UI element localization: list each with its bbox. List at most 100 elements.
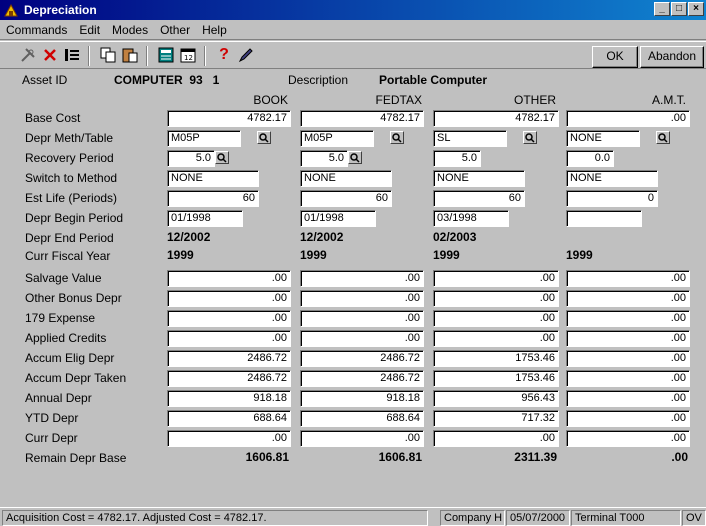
lookup-icon[interactable] xyxy=(348,151,362,164)
ytd-depr-amt[interactable]: .00 xyxy=(566,410,690,427)
toolbar: 12 ? OK Abandon xyxy=(0,41,706,69)
lookup-icon[interactable] xyxy=(523,131,537,144)
curr-depr-book[interactable]: .00 xyxy=(167,430,291,447)
menu-bar: Commands Edit Modes Other Help xyxy=(0,20,706,40)
annual-depr-amt[interactable]: .00 xyxy=(566,390,690,407)
accum-elig-fedtax[interactable]: 2486.72 xyxy=(300,350,424,367)
salvage-fedtax[interactable]: .00 xyxy=(300,270,424,287)
est-life-amt[interactable]: 0 xyxy=(566,190,658,207)
ok-button[interactable]: OK xyxy=(592,46,638,68)
bonus-book[interactable]: .00 xyxy=(167,290,291,307)
pencil-icon[interactable] xyxy=(236,46,256,64)
salvage-amt[interactable]: .00 xyxy=(566,270,690,287)
tools-icon[interactable] xyxy=(18,46,38,64)
recovery-period-other[interactable]: 5.0 xyxy=(433,150,481,167)
maximize-button[interactable]: □ xyxy=(671,2,687,16)
end-period-fedtax: 12/2002 xyxy=(300,230,344,244)
accum-taken-book[interactable]: 2486.72 xyxy=(167,370,291,387)
credits-other[interactable]: .00 xyxy=(433,330,559,347)
expense-179-amt[interactable]: .00 xyxy=(566,310,690,327)
row-label-est-life: Est Life (Periods) xyxy=(25,191,118,205)
switch-method-other[interactable]: NONE xyxy=(433,170,525,187)
menu-modes[interactable]: Modes xyxy=(106,23,154,37)
ytd-depr-other[interactable]: 717.32 xyxy=(433,410,559,427)
fiscal-year-amt: 1999 xyxy=(566,248,593,262)
close-button[interactable]: × xyxy=(688,2,704,16)
est-life-book[interactable]: 60 xyxy=(167,190,259,207)
menu-edit[interactable]: Edit xyxy=(73,23,106,37)
help-icon[interactable]: ? xyxy=(214,46,234,64)
begin-period-fedtax[interactable]: 01/1998 xyxy=(300,210,376,227)
credits-fedtax[interactable]: .00 xyxy=(300,330,424,347)
base-cost-fedtax[interactable]: 4782.17 xyxy=(300,110,424,127)
accum-taken-fedtax[interactable]: 2486.72 xyxy=(300,370,424,387)
recovery-period-amt[interactable]: 0.0 xyxy=(566,150,614,167)
description-value: Portable Computer xyxy=(379,73,488,87)
annual-depr-fedtax[interactable]: 918.18 xyxy=(300,390,424,407)
est-life-fedtax[interactable]: 60 xyxy=(300,190,392,207)
depr-method-other[interactable]: SL xyxy=(433,130,507,147)
est-life-other[interactable]: 60 xyxy=(433,190,525,207)
expense-179-book[interactable]: .00 xyxy=(167,310,291,327)
abandon-button[interactable]: Abandon xyxy=(640,46,704,68)
expense-179-other[interactable]: .00 xyxy=(433,310,559,327)
status-terminal: Terminal T000 xyxy=(571,510,681,526)
calculator-icon[interactable] xyxy=(156,46,176,64)
calendar-icon[interactable]: 12 xyxy=(178,46,198,64)
curr-depr-other[interactable]: .00 xyxy=(433,430,559,447)
bonus-other[interactable]: .00 xyxy=(433,290,559,307)
bonus-amt[interactable]: .00 xyxy=(566,290,690,307)
curr-depr-amt[interactable]: .00 xyxy=(566,430,690,447)
switch-method-amt[interactable]: NONE xyxy=(566,170,658,187)
base-cost-other[interactable]: 4782.17 xyxy=(433,110,559,127)
recovery-period-book[interactable]: 5.0 xyxy=(167,150,215,167)
lookup-icon[interactable] xyxy=(215,151,229,164)
curr-depr-fedtax[interactable]: .00 xyxy=(300,430,424,447)
row-label-switch: Switch to Method xyxy=(25,171,118,185)
menu-commands[interactable]: Commands xyxy=(0,23,73,37)
lookup-icon[interactable] xyxy=(390,131,404,144)
credits-book[interactable]: .00 xyxy=(167,330,291,347)
row-label-taken: Accum Depr Taken xyxy=(25,371,127,385)
salvage-other[interactable]: .00 xyxy=(433,270,559,287)
copy-icon[interactable] xyxy=(98,46,118,64)
remain-base-fedtax: 1606.81 xyxy=(378,450,422,464)
ytd-depr-fedtax[interactable]: 688.64 xyxy=(300,410,424,427)
depr-method-book[interactable]: M05P xyxy=(167,130,241,147)
menu-help[interactable]: Help xyxy=(196,23,233,37)
credits-amt[interactable]: .00 xyxy=(566,330,690,347)
accum-taken-amt[interactable]: .00 xyxy=(566,370,690,387)
row-label-recovery: Recovery Period xyxy=(25,151,114,165)
row-label-179: 179 Expense xyxy=(25,311,96,325)
window-title: Depreciation xyxy=(24,3,97,17)
base-cost-book[interactable]: 4782.17 xyxy=(167,110,291,127)
expense-179-fedtax[interactable]: .00 xyxy=(300,310,424,327)
row-label-depr-meth: Depr Meth/Table xyxy=(25,131,114,145)
delete-icon[interactable] xyxy=(40,46,60,64)
depr-method-fedtax[interactable]: M05P xyxy=(300,130,374,147)
bonus-fedtax[interactable]: .00 xyxy=(300,290,424,307)
column-header-other: OTHER xyxy=(514,93,556,107)
accum-elig-book[interactable]: 2486.72 xyxy=(167,350,291,367)
switch-method-book[interactable]: NONE xyxy=(167,170,259,187)
lookup-icon[interactable] xyxy=(257,131,271,144)
base-cost-amt[interactable]: .00 xyxy=(566,110,690,127)
switch-method-fedtax[interactable]: NONE xyxy=(300,170,392,187)
paste-icon[interactable] xyxy=(120,46,140,64)
begin-period-book[interactable]: 01/1998 xyxy=(167,210,243,227)
accum-elig-amt[interactable]: .00 xyxy=(566,350,690,367)
begin-period-other[interactable]: 03/1998 xyxy=(433,210,509,227)
begin-period-amt[interactable] xyxy=(566,210,642,227)
depr-method-amt[interactable]: NONE xyxy=(566,130,640,147)
annual-depr-book[interactable]: 918.18 xyxy=(167,390,291,407)
accum-taken-other[interactable]: 1753.46 xyxy=(433,370,559,387)
menu-other[interactable]: Other xyxy=(154,23,196,37)
annual-depr-other[interactable]: 956.43 xyxy=(433,390,559,407)
lookup-icon[interactable] xyxy=(656,131,670,144)
minimize-button[interactable]: _ xyxy=(654,2,670,16)
list-icon[interactable] xyxy=(62,46,82,64)
salvage-book[interactable]: .00 xyxy=(167,270,291,287)
recovery-period-fedtax[interactable]: 5.0 xyxy=(300,150,348,167)
ytd-depr-book[interactable]: 688.64 xyxy=(167,410,291,427)
accum-elig-other[interactable]: 1753.46 xyxy=(433,350,559,367)
